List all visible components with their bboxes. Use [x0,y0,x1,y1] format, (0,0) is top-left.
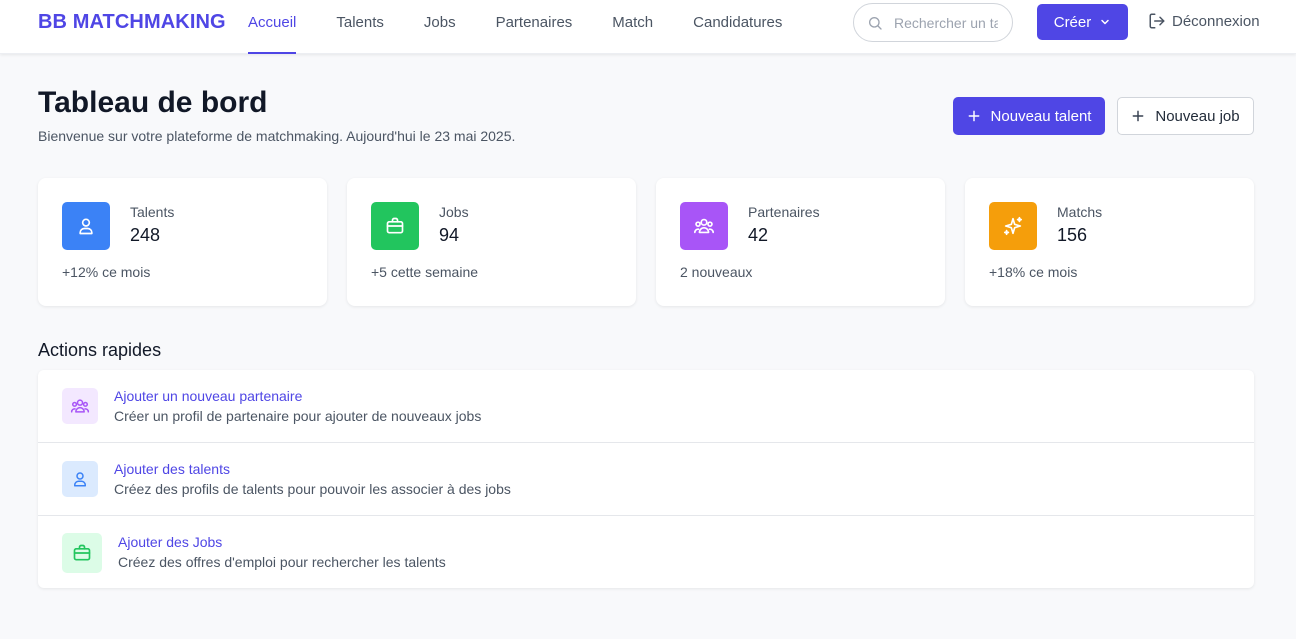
top-navbar: BB MATCHMAKING Accueil Talents Jobs Part… [0,0,1296,54]
quick-action-title[interactable]: Ajouter un nouveau partenaire [114,388,302,404]
quick-action-icon-box [62,388,98,424]
stat-icon-box [371,202,419,250]
stat-icon-box [62,202,110,250]
user-icon [74,472,86,487]
stat-value: 94 [439,225,460,245]
nav-item-match[interactable]: Match [612,0,653,54]
search-box [853,3,1013,42]
briefcase-icon [73,544,91,561]
nav-item-candidatures[interactable]: Candidatures [693,0,782,54]
plus-icon [968,110,979,122]
search-icon [869,17,882,30]
stat-value: 248 [130,225,161,245]
stat-delta: 2 nouveaux [680,264,753,280]
quick-action-icon-box [62,461,98,497]
create-dropdown-button[interactable]: Créer [1037,4,1128,40]
stat-label: Talents [130,204,175,220]
main-nav: Accueil Talents Jobs Partenaires Match C… [248,0,822,54]
create-button-label: Créer [1053,13,1092,31]
stat-label: Partenaires [748,204,820,220]
quick-action-add-partner[interactable]: Ajouter un nouveau partenaire Créer un p… [38,370,1254,443]
plus-icon [1132,110,1144,122]
stat-icon-box [680,202,728,250]
quick-action-add-talents[interactable]: Ajouter des talents Créez des profils de… [38,442,1254,515]
quick-actions-title: Actions rapides [38,340,162,360]
stat-icon-box [989,202,1037,250]
stat-card-partenaires[interactable]: Partenaires 42 2 nouveaux [656,178,945,306]
quick-actions-list: Ajouter un nouveau partenaire Créer un p… [38,370,1254,588]
nav-item-talents[interactable]: Talents [336,0,384,54]
quick-action-description: Créez des offres d'emploi pour recherche… [118,554,446,570]
new-job-label: Nouveau job [1155,107,1240,125]
quick-action-description: Créez des profils de talents pour pouvoi… [114,481,511,497]
stat-delta: +18% ce mois [989,264,1078,280]
stat-card-talents[interactable]: Talents 248 +12% ce mois [38,178,327,306]
search-input[interactable] [894,13,998,33]
nav-item-jobs[interactable]: Jobs [424,0,456,54]
quick-action-add-jobs[interactable]: Ajouter des Jobs Créez des offres d'empl… [38,515,1254,588]
stat-delta: +12% ce mois [62,264,151,280]
quick-action-title[interactable]: Ajouter des talents [114,461,230,477]
quick-action-icon-box [62,533,102,573]
brand-logo[interactable]: BB MATCHMAKING [38,11,226,34]
logout-label: Déconnexion [1172,12,1260,30]
briefcase-icon [386,217,404,234]
user-icon [79,218,93,235]
new-talent-label: Nouveau talent [990,107,1092,125]
stat-value: 42 [748,225,769,245]
stat-delta: +5 cette semaine [371,264,479,280]
nav-item-partenaires[interactable]: Partenaires [496,0,573,54]
page-title: Tableau de bord [38,86,268,119]
stat-card-jobs[interactable]: Jobs 94 +5 cette semaine [347,178,636,306]
stat-value: 156 [1057,225,1088,245]
nav-item-accueil[interactable]: Accueil [248,0,297,54]
logout-button[interactable]: Déconnexion [1148,12,1260,30]
logout-icon [1149,13,1165,29]
quick-action-title[interactable]: Ajouter des Jobs [118,534,222,550]
users-icon [694,218,714,234]
stat-label: Jobs [439,204,469,220]
new-job-button[interactable]: Nouveau job [1117,97,1254,135]
sparkles-icon [1003,216,1023,236]
chevron-down-icon [1101,19,1109,25]
stat-card-matchs[interactable]: Matchs 156 +18% ce mois [965,178,1254,306]
new-talent-button[interactable]: Nouveau talent [953,97,1105,135]
users-icon [70,399,90,413]
quick-action-description: Créer un profil de partenaire pour ajout… [114,408,482,424]
page-subtitle: Bienvenue sur votre plateforme de matchm… [38,128,516,144]
stat-label: Matchs [1057,204,1103,220]
